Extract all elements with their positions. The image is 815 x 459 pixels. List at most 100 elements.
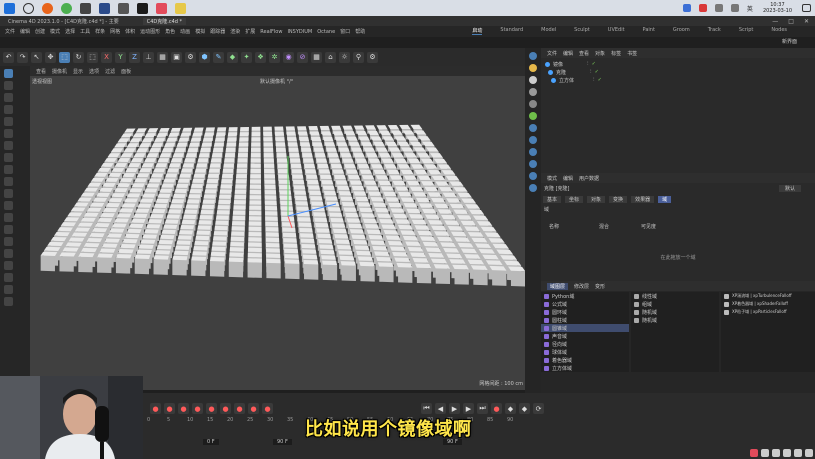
light-icon[interactable]: ☼ [339,51,350,63]
z-axis-icon[interactable]: Z [129,51,140,63]
key-red-icon[interactable]: ● [192,403,203,414]
scale-icon[interactable]: ⬚ [59,51,70,63]
cloner-icon[interactable]: ❖ [255,51,266,63]
attribute-menu-item[interactable]: 模式 [547,175,557,182]
enabled-check-icon[interactable]: ✓ [598,77,602,83]
field-menu-item[interactable]: 径向域 [541,340,629,348]
attribute-tab[interactable]: 效果器 [631,195,655,203]
menu-item[interactable]: 帮助 [355,28,365,35]
viewport-menu-item[interactable]: 摄像机 [52,68,67,75]
start-frame-field[interactable]: 0 F [203,439,219,445]
camera-icon[interactable]: ⌂ [325,51,336,63]
menu-item[interactable]: 渲染 [230,28,240,35]
tool-icon[interactable] [4,129,13,138]
object-menu-item[interactable]: 文件 [547,50,557,57]
render-settings-icon[interactable]: ⚙ [185,51,196,63]
menu-item[interactable]: 工具 [80,28,90,35]
app-icon[interactable] [750,449,758,457]
app-icon[interactable] [805,449,813,457]
tag-icon[interactable] [529,172,537,180]
chrome-icon[interactable] [61,2,72,14]
menu-item[interactable]: 动画 [180,28,190,35]
field-menu-item[interactable]: XP着色器域 | xpShaderFalloff [721,300,815,308]
field-menu-item[interactable]: 着色器域 [541,356,629,364]
app-red-icon[interactable] [156,2,167,14]
transform-icon[interactable]: ⬚ [87,51,98,63]
app-icon[interactable] [772,449,780,457]
field-drop-area[interactable]: 在此拖放一个域 [545,232,811,282]
field-popup-tab[interactable]: 域图层 [547,282,569,290]
menu-item[interactable]: 模式 [50,28,60,35]
enabled-check-icon[interactable]: ✓ [592,61,596,67]
tool-icon[interactable] [4,165,13,174]
menu-item[interactable]: 角色 [165,28,175,35]
field-menu-item[interactable]: Python域 [541,292,629,300]
key-red-icon[interactable]: ● [150,403,161,414]
play-icon[interactable]: ▶ [449,403,460,414]
menu-item[interactable]: 模拟 [195,28,205,35]
menu-item[interactable]: 编辑 [20,28,30,35]
tray-icon[interactable] [682,4,691,12]
coord-system-icon[interactable]: ⊥ [143,51,154,63]
menu-item[interactable]: 跟踪器 [210,28,225,35]
sphere-icon[interactable] [529,100,537,108]
deformer-icon[interactable]: ✲ [269,51,280,63]
viewport-perspective[interactable]: 透视视图 默认摄像机 °/° 网格间距 : 100 cm [30,76,525,390]
search-icon[interactable] [23,2,34,14]
material-icon[interactable] [529,64,537,72]
layout-tab[interactable]: Model [541,27,556,35]
tag-icon[interactable] [529,136,537,144]
tag-icon[interactable] [529,148,537,156]
close-icon[interactable]: ✕ [804,18,809,25]
y-axis-icon[interactable]: Y [115,51,126,63]
notification-icon[interactable] [802,4,811,12]
attribute-tab[interactable]: 坐标 [565,195,584,203]
subdivision-icon[interactable]: ◆ [227,51,238,63]
render-picture-icon[interactable]: ▣ [171,51,182,63]
app-icon[interactable] [761,449,769,457]
key-red-icon[interactable]: ● [234,403,245,414]
render-view-icon[interactable]: ▦ [157,51,168,63]
key-red-icon[interactable]: ● [220,403,231,414]
key-red-icon[interactable]: ● [248,403,259,414]
settings-icon[interactable]: ⚙ [367,51,378,63]
key-red-icon[interactable]: ● [206,403,217,414]
tool-icon[interactable] [4,213,13,222]
menu-item[interactable]: 选择 [65,28,75,35]
tool-icon[interactable] [4,153,13,162]
menu-item[interactable]: 文件 [5,28,15,35]
attribute-tab-active[interactable]: 域 [658,195,672,203]
layout-tab[interactable]: Groom [673,27,690,35]
tool-icon[interactable] [4,273,13,282]
tool-icon[interactable] [4,189,13,198]
tool-icon[interactable] [4,261,13,270]
cinema4d-active-icon[interactable] [137,2,148,14]
end-frame-field[interactable]: 90 F [273,439,292,445]
menu-item[interactable]: 网格 [110,28,120,35]
visibility-dots[interactable]: ⁝ [590,69,592,75]
tool-icon[interactable] [4,297,13,306]
object-mode-icon[interactable] [529,52,537,60]
enabled-check-icon[interactable]: ✓ [595,69,599,75]
visibility-dots[interactable]: ⁝ [587,61,589,67]
layout-tab[interactable]: Script [739,27,754,35]
x-axis-icon[interactable]: X [101,51,112,63]
tool-icon[interactable] [4,93,13,102]
tool-icon[interactable] [4,225,13,234]
field-menu-item[interactable]: 圆锥域 [541,324,629,332]
field-menu-item[interactable]: 圆柱域 [541,316,629,324]
viewport-menu-item[interactable]: 查看 [36,68,46,75]
tray-icon[interactable] [698,4,707,12]
tool-icon[interactable] [4,201,13,210]
attribute-tab[interactable]: 基本 [543,195,562,203]
tool-icon[interactable] [4,177,13,186]
viewport-menu-item[interactable]: 显示 [73,68,83,75]
field-icon[interactable]: ◉ [283,51,294,63]
menu-item[interactable]: 扩展 [245,28,255,35]
field-menu-item[interactable]: 立方体域 [541,364,629,372]
go-start-icon[interactable]: ⏮ [421,403,432,414]
keyframe-icon[interactable]: ◆ [519,403,530,414]
sphere-icon[interactable] [529,88,537,96]
undo-icon[interactable]: ↶ [3,51,14,63]
field-menu-item[interactable]: 线性域 [631,292,719,300]
